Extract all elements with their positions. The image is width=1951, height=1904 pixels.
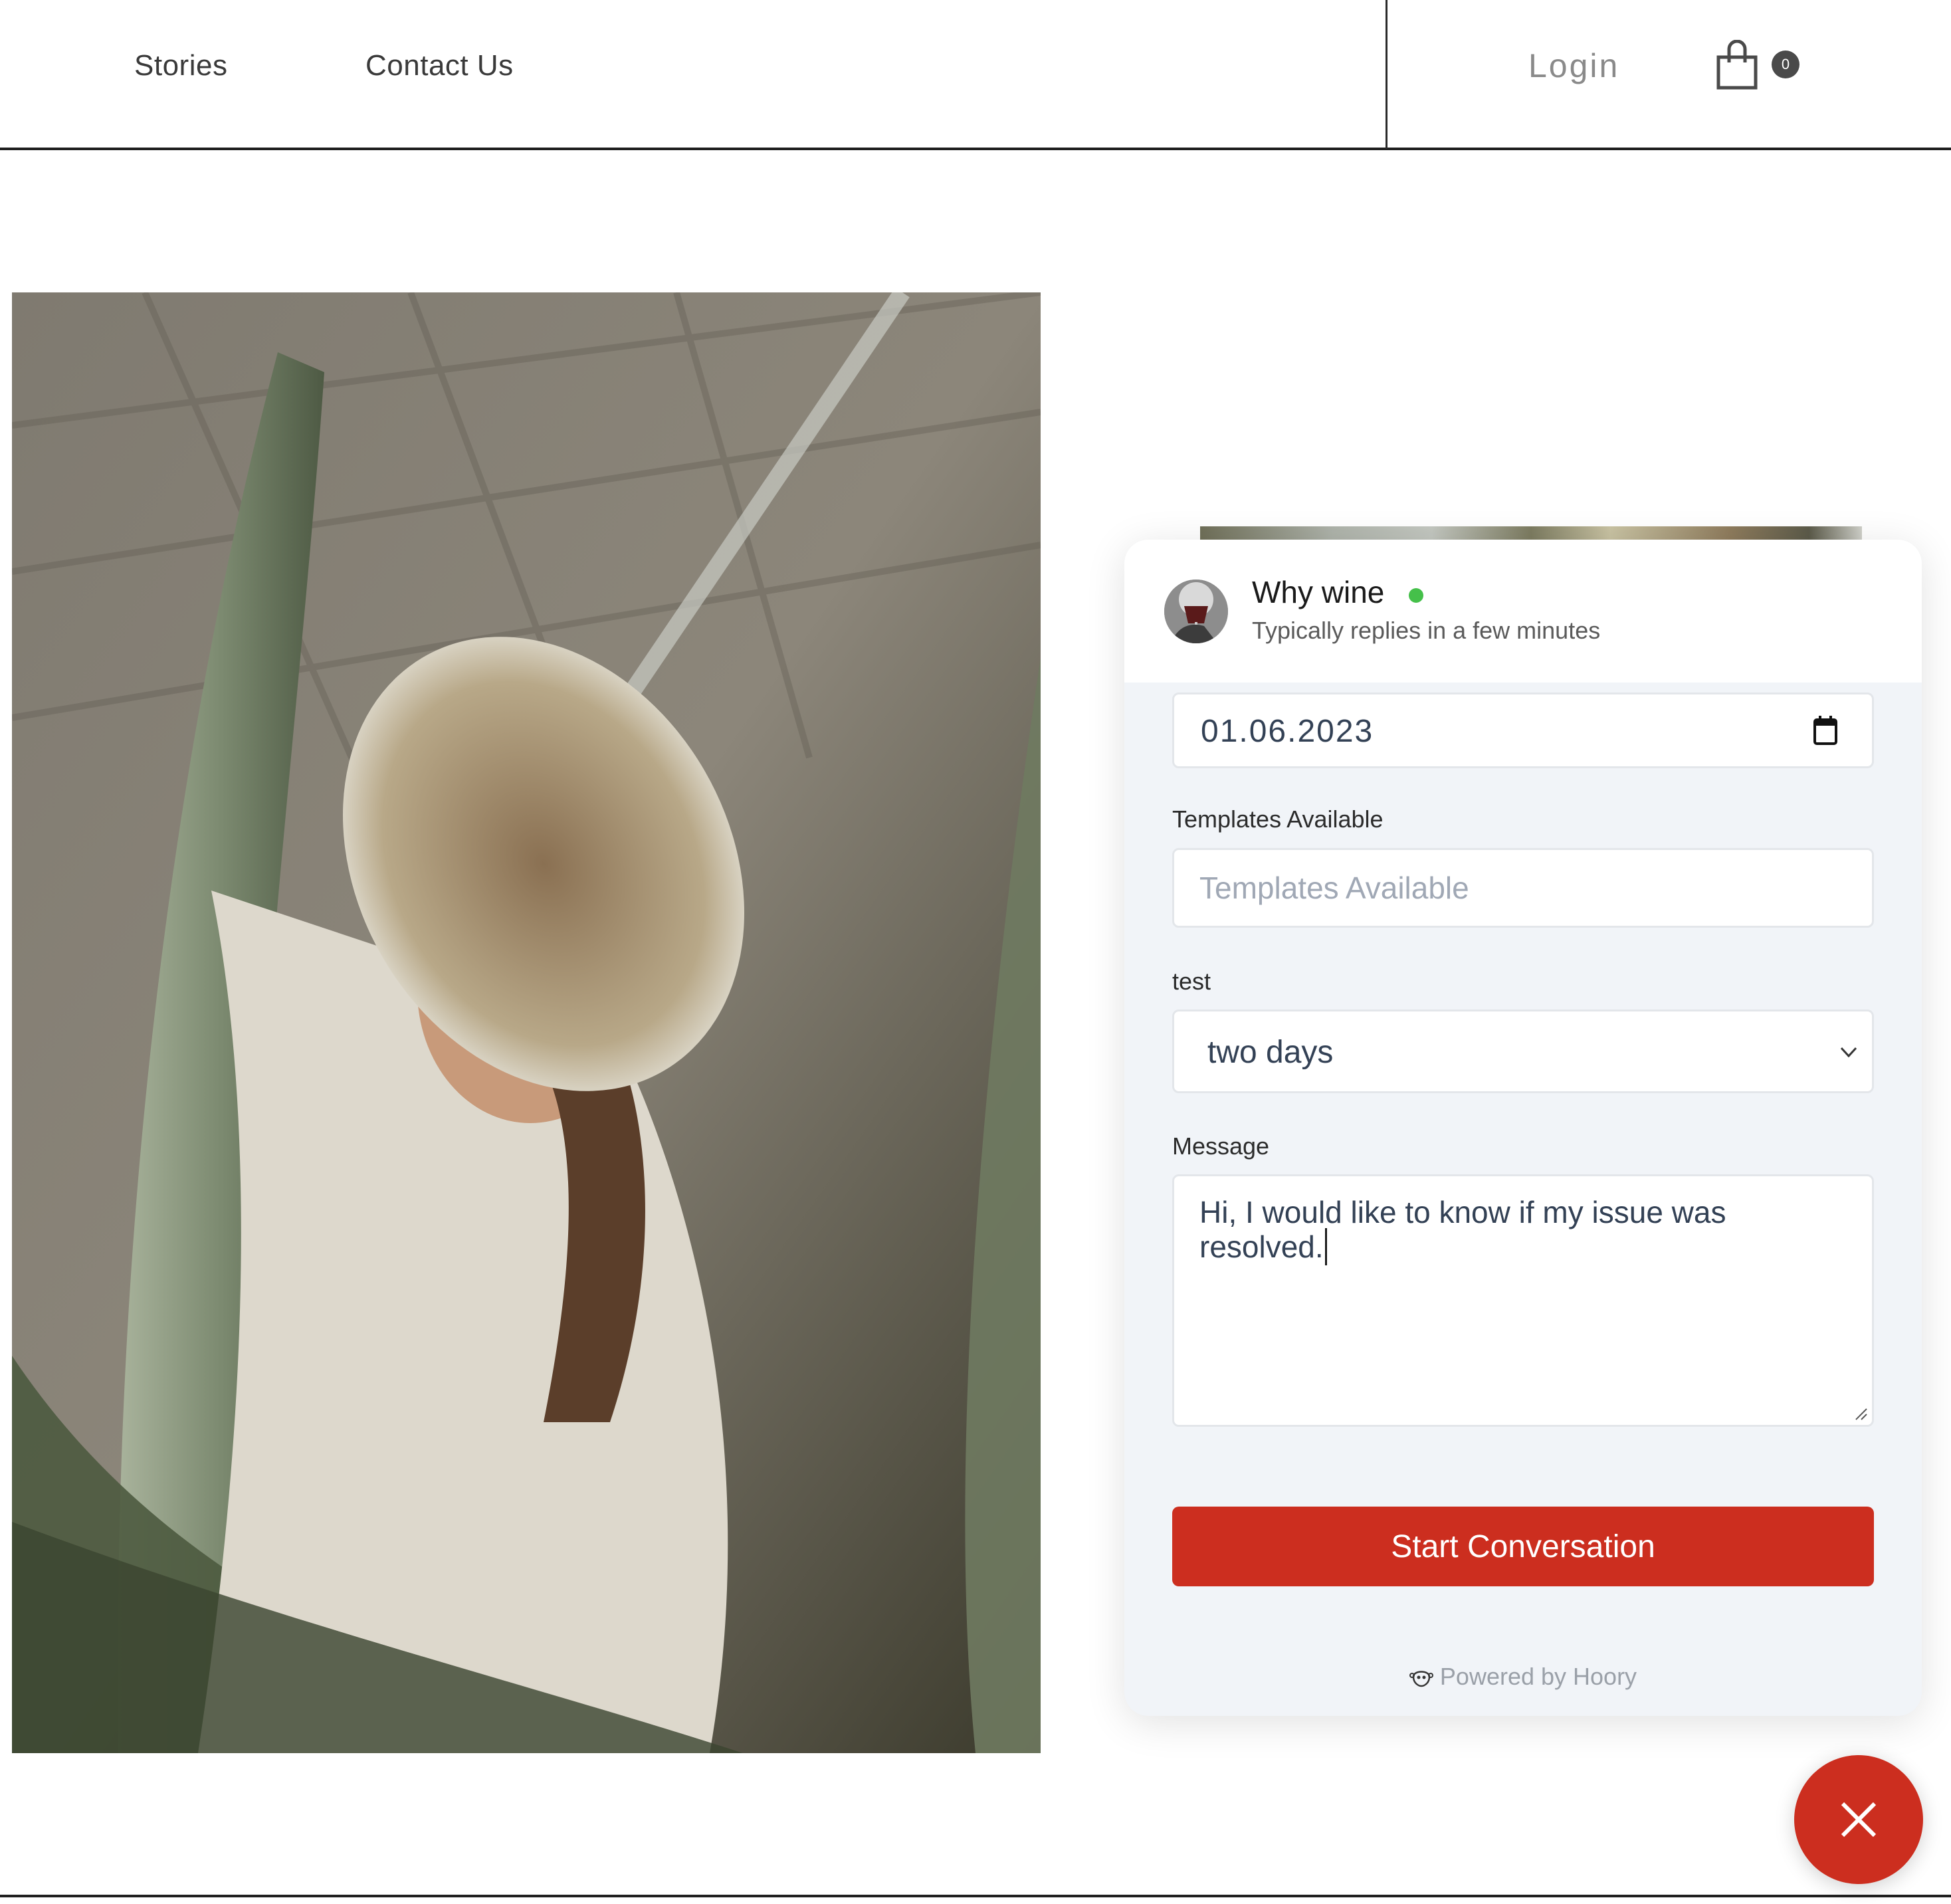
nav-link-contact-us[interactable]: Contact Us: [365, 49, 514, 82]
date-field[interactable]: 01.06.2023: [1172, 692, 1874, 768]
close-chat-button[interactable]: [1794, 1755, 1923, 1884]
message-text: Hi, I would like to know if my issue was…: [1199, 1196, 1837, 1265]
test-select-value: two days: [1207, 1035, 1334, 1070]
test-select[interactable]: two days: [1172, 1009, 1874, 1093]
text-caret: [1324, 1228, 1327, 1265]
online-status-indicator: [1409, 588, 1423, 603]
chevron-down-icon: [1840, 1047, 1857, 1058]
message-value: Hi, I would like to know if my issue was…: [1199, 1195, 1726, 1264]
resize-handle-icon[interactable]: [1853, 1406, 1868, 1421]
hoory-logo-icon: [1409, 1671, 1433, 1687]
agent-avatar: [1164, 580, 1228, 643]
message-textarea[interactable]: Hi, I would like to know if my issue was…: [1172, 1174, 1874, 1427]
chat-widget: Why wine Typically replies in a few minu…: [1124, 540, 1922, 1716]
agent-name: Why wine: [1252, 575, 1385, 609]
login-link[interactable]: Login: [1528, 47, 1619, 85]
hero-photo: [12, 292, 1041, 1753]
calendar-icon[interactable]: [1812, 714, 1839, 746]
cart-button[interactable]: [1716, 39, 1758, 90]
start-conversation-button[interactable]: Start Conversation: [1172, 1507, 1874, 1586]
close-icon: [1841, 1802, 1877, 1838]
reply-time-text: Typically replies in a few minutes: [1252, 617, 1601, 644]
nav-link-stories[interactable]: Stories: [134, 49, 227, 82]
hero-photo-art: [12, 292, 1041, 1753]
templates-label: Templates Available: [1172, 805, 1384, 833]
test-label: test: [1172, 968, 1211, 995]
templates-field: [1172, 848, 1874, 928]
site-header: Stories Contact Us Login 0: [0, 0, 1951, 150]
powered-by[interactable]: Powered by Hoory: [1124, 1663, 1922, 1691]
chat-widget-header: Why wine Typically replies in a few minu…: [1124, 540, 1922, 683]
shopping-bag-icon: [1716, 39, 1758, 90]
footer-divider: [0, 1895, 1951, 1897]
message-label: Message: [1172, 1132, 1270, 1160]
cart-count-badge: 0: [1772, 51, 1799, 78]
header-divider: [1386, 0, 1387, 149]
date-value: 01.06.2023: [1201, 714, 1374, 749]
templates-input[interactable]: [1174, 850, 1872, 926]
powered-by-text: Powered by Hoory: [1439, 1663, 1637, 1690]
